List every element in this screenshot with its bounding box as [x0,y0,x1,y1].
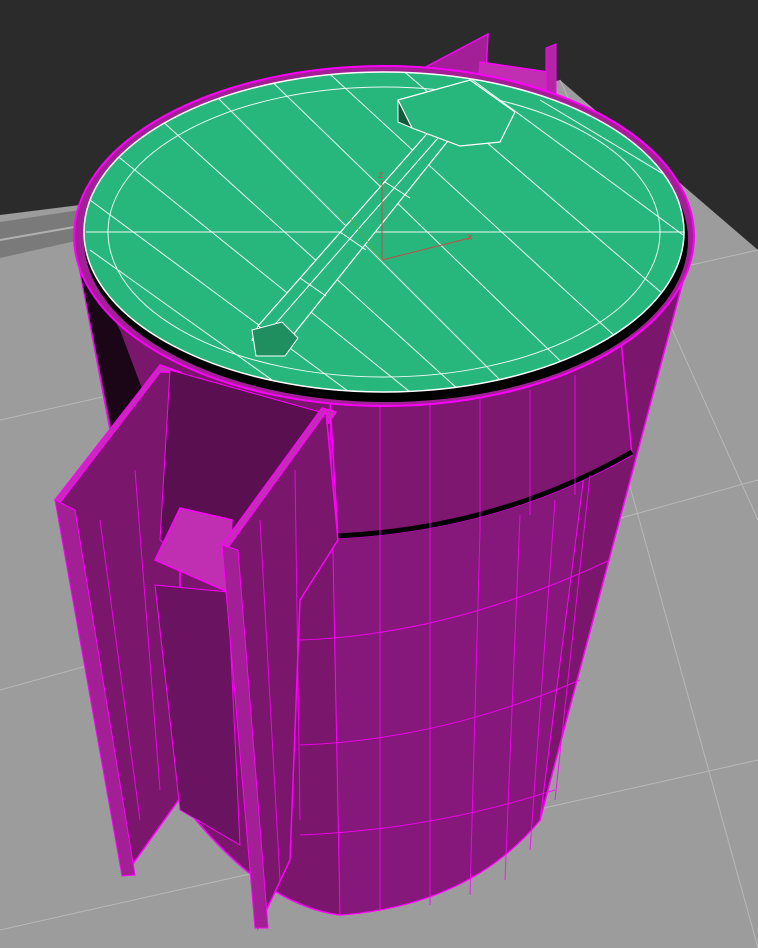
viewport-canvas[interactable]: z x y [0,0,758,948]
gizmo-z-label: z [378,170,383,181]
gizmo-y-label: y [340,208,346,219]
gizmo-x-label: x [467,232,473,243]
3d-viewport[interactable]: z x y [0,0,758,948]
